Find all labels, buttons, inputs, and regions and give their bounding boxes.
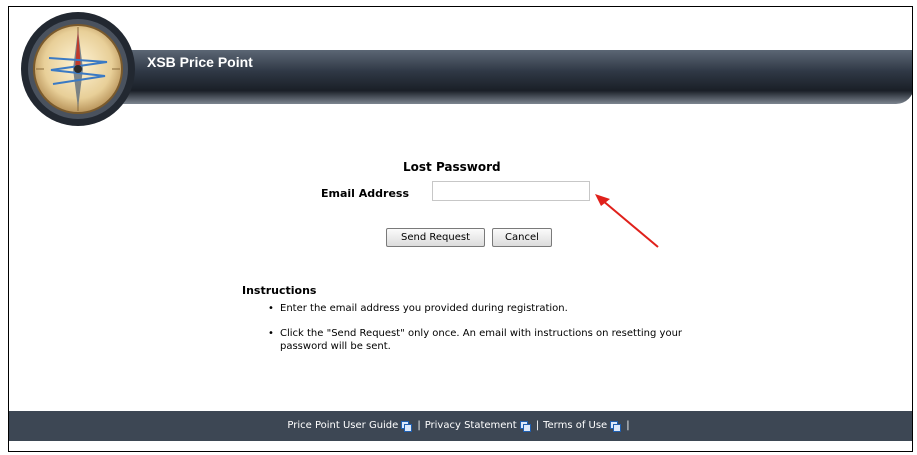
app-title: XSB Price Point xyxy=(147,54,253,70)
list-item: • Click the "Send Request" only once. An… xyxy=(266,327,686,353)
bullet-icon: • xyxy=(268,303,274,314)
send-request-button[interactable]: Send Request xyxy=(386,228,485,247)
instructions-title: Instructions xyxy=(242,284,317,297)
terms-of-use-link[interactable]: Terms of Use xyxy=(543,420,607,431)
email-input[interactable] xyxy=(432,181,590,201)
new-window-icon[interactable] xyxy=(610,420,622,432)
bullet-icon: • xyxy=(268,328,274,339)
page-title: Lost Password xyxy=(403,160,501,174)
footer-separator: | xyxy=(417,420,421,431)
list-item: • Enter the email address you provided d… xyxy=(266,302,686,315)
cancel-button[interactable]: Cancel xyxy=(492,228,552,247)
email-label: Email Address xyxy=(321,187,410,200)
instructions-list: • Enter the email address you provided d… xyxy=(266,302,686,365)
new-window-icon[interactable] xyxy=(401,420,413,432)
page-frame: XSB Price Point Lost Password Email Addr… xyxy=(8,6,913,452)
compass-logo-icon xyxy=(21,12,135,126)
footer-separator: | xyxy=(626,420,630,431)
instruction-text: Click the "Send Request" only once. An e… xyxy=(280,328,683,352)
instruction-text: Enter the email address you provided dur… xyxy=(280,303,568,314)
privacy-statement-link[interactable]: Privacy Statement xyxy=(425,420,517,431)
footer-separator: | xyxy=(535,420,540,431)
user-guide-link[interactable]: Price Point User Guide xyxy=(287,420,398,431)
new-window-icon[interactable] xyxy=(519,420,531,432)
arrow-icon xyxy=(595,194,659,248)
footer: Price Point User Guide | Privacy Statement… xyxy=(9,411,912,441)
